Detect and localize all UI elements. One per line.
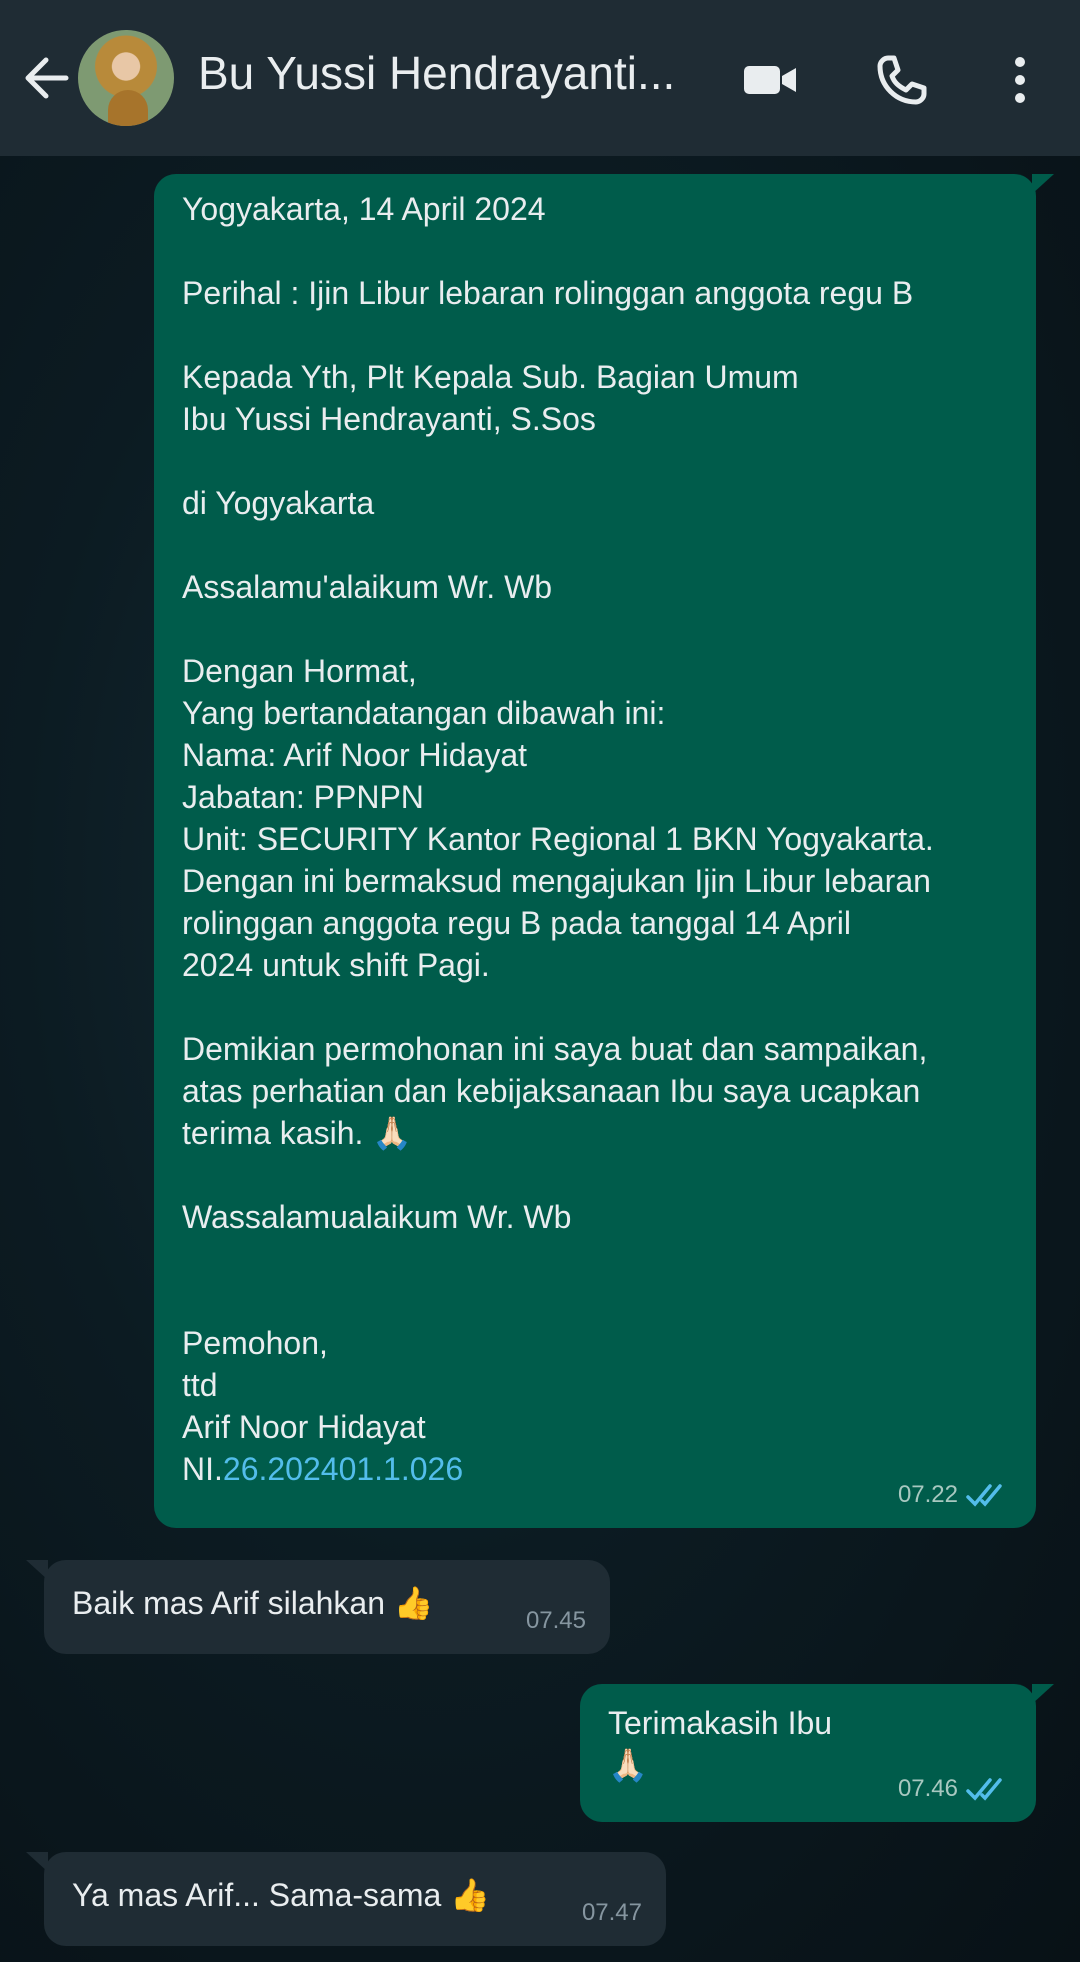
letter-line (182, 1238, 1008, 1280)
outgoing-message[interactable]: Yogyakarta, 14 April 2024 Perihal : Ijin… (154, 174, 1054, 1528)
letter-line: rolinggan anggota regu B pada tanggal 14… (182, 905, 851, 941)
letter-line (182, 608, 1008, 650)
letter-line: Yang bertandatangan dibawah ini: (182, 695, 666, 731)
message-text: Yogyakarta, 14 April 2024 Perihal : Ijin… (182, 188, 1008, 1448)
letter-line: Wassalamualaikum Wr. Wb (182, 1199, 572, 1235)
contact-avatar[interactable] (78, 30, 174, 126)
bubble-tail (26, 1852, 48, 1872)
letter-line: di Yogyakarta (182, 485, 375, 521)
letter-line: Assalamu'alaikum Wr. Wb (182, 569, 553, 605)
letter-line: Pemohon, (182, 1325, 328, 1361)
read-ticks-icon (966, 1778, 1002, 1801)
message-meta: 07.47 (582, 1892, 642, 1934)
message-meta: 07.22 (898, 1474, 1012, 1516)
letter-line: Ibu Yussi Hendrayanti, S.Sos (182, 401, 596, 437)
message-meta: 07.46 (898, 1768, 1012, 1810)
back-arrow-icon[interactable] (18, 50, 74, 106)
message-text: Baik mas Arif silahkan 👍 (72, 1585, 434, 1621)
letter-line: Arif Noor Hidayat (182, 1409, 426, 1445)
chat-header: Bu Yussi Hendrayanti... (0, 0, 1080, 156)
letter-line: Dengan Hormat, (182, 653, 417, 689)
bubble-tail (1032, 174, 1054, 194)
letter-line: Unit: SECURITY Kantor Regional 1 BKN Yog… (182, 821, 934, 857)
letter-line (182, 1280, 1008, 1322)
read-ticks-icon (966, 1484, 1002, 1507)
letter-line (182, 314, 1008, 356)
letter-line: Yogyakarta, 14 April 2024 (182, 191, 546, 227)
letter-line: Dengan ini bermaksud mengajukan Ijin Lib… (182, 863, 931, 899)
letter-line: Demikian permohonan ini saya buat dan sa… (182, 1031, 928, 1067)
bubble-tail (1032, 1684, 1054, 1704)
message-meta: 07.45 (526, 1600, 586, 1642)
letter-line (182, 524, 1008, 566)
phone-icon[interactable] (872, 50, 932, 110)
letter-line (182, 986, 1008, 1028)
message-signature-line: NI.26.202401.1.026 (182, 1448, 1008, 1490)
contact-name[interactable]: Bu Yussi Hendrayanti... (198, 46, 718, 100)
message-time: 07.22 (897, 1481, 958, 1508)
letter-line: ttd (182, 1367, 218, 1403)
letter-line (182, 1154, 1008, 1196)
chat-screen: Bu Yussi Hendrayanti... Yogyakarta, 14 A… (0, 0, 1080, 1962)
bubble-tail (26, 1560, 48, 1580)
letter-line: Nama: Arif Noor Hidayat (182, 737, 528, 773)
incoming-message[interactable]: Baik mas Arif silahkan 👍 07.45 (26, 1560, 610, 1654)
video-call-icon[interactable] (740, 50, 800, 110)
more-options-icon[interactable] (990, 50, 1050, 110)
letter-line: Jabatan: PPNPN (182, 779, 424, 815)
message-time: 07.45 (525, 1607, 586, 1634)
letter-line: atas perhatian dan kebijaksanaan Ibu say… (182, 1073, 921, 1109)
message-time: 07.46 (897, 1775, 958, 1802)
incoming-message[interactable]: Ya mas Arif... Sama-sama 👍 07.47 (26, 1852, 666, 1946)
letter-line: Kepada Yth, Plt Kepala Sub. Bagian Umum (182, 359, 799, 395)
letter-line: 2024 untuk shift Pagi. (182, 947, 490, 983)
letter-line (182, 440, 1008, 482)
nip-prefix: NI. (182, 1451, 223, 1487)
message-time: 07.47 (581, 1899, 642, 1926)
letter-line: terima kasih. 🙏🏻 (182, 1115, 413, 1151)
outgoing-message[interactable]: Terimakasih Ibu 🙏🏻 07.46 (580, 1684, 1054, 1822)
letter-line: Perihal : Ijin Libur lebaran rolinggan a… (182, 275, 914, 311)
message-text: Ya mas Arif... Sama-sama 👍 (72, 1877, 491, 1913)
nip-link[interactable]: 26.202401.1.026 (223, 1451, 463, 1487)
letter-line (182, 230, 1008, 272)
